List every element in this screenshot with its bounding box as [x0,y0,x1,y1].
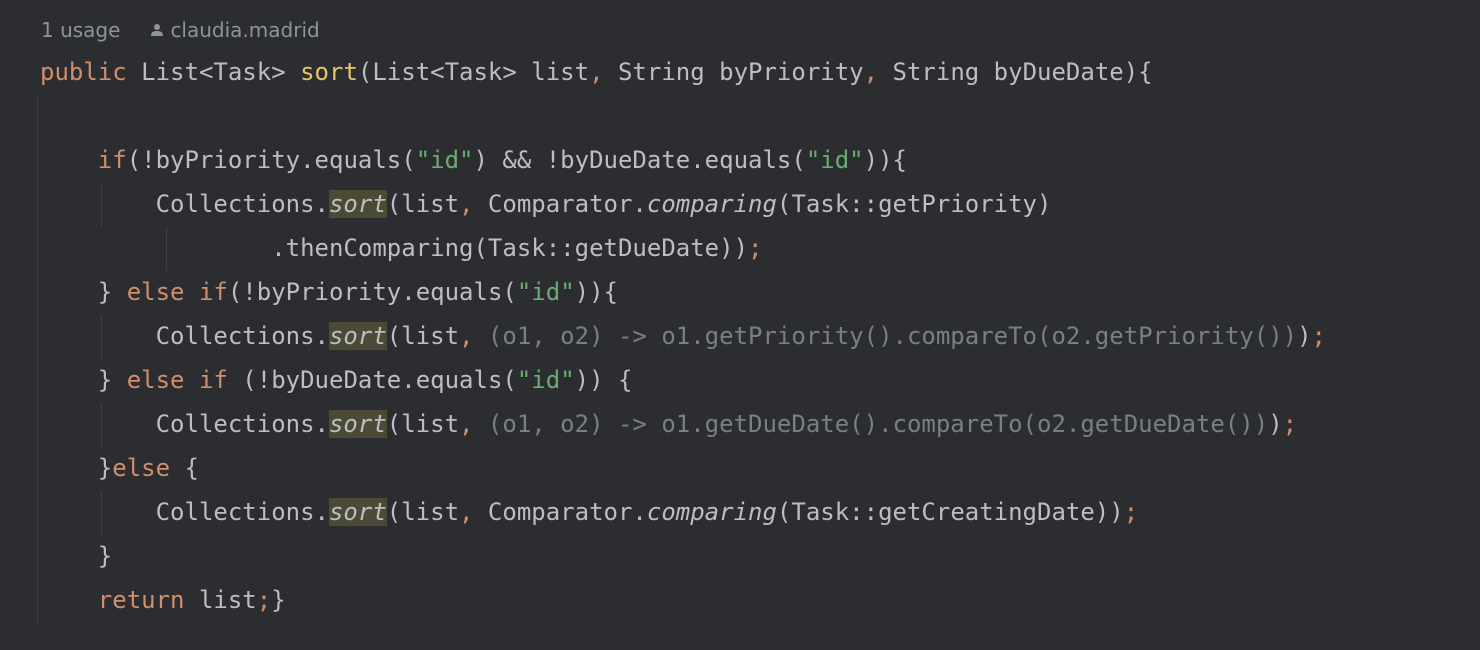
code-token: (!byPriority.equals( [227,278,517,306]
code-token: } [40,454,113,482]
code-token: ; [256,586,272,614]
code-token: "id" [516,278,575,306]
code-line[interactable]: } else if(!byPriority.equals("id")){ [40,270,1480,314]
code-token: (!byDueDate.equals( [227,366,517,394]
code-line[interactable]: }else { [40,446,1480,490]
code-token: (List<Task> list [357,58,590,86]
code-token: Collections. [40,410,329,438]
code-token: , [589,58,604,86]
code-token: ; [1311,322,1326,350]
code-vision-hints: 1 usage claudia.madrid [41,15,320,45]
code-token: .thenComparing(Task::getDueDate)) [40,234,749,262]
code-token: , [459,322,474,350]
code-token: sort [328,498,387,526]
code-token: sort [300,58,358,86]
code-token: , [459,410,474,438]
code-token: Collections. [40,190,329,218]
code-area[interactable]: public List<Task> sort(List<Task> list, … [40,50,1480,622]
person-icon [151,24,164,36]
code-token: Collections. [40,322,329,350]
author-hint[interactable]: claudia.madrid [150,18,320,42]
code-token: "id" [516,366,575,394]
code-token: ; [748,234,763,262]
code-token: Comparator. [473,498,647,526]
code-token: comparing [646,190,777,218]
code-token: { [170,454,199,482]
code-token: } [40,542,113,570]
code-token: (o1, o2) -> o1.getDueDate().compareTo(o2… [473,410,1269,438]
code-token: ; [1123,498,1139,526]
code-token: , [459,190,474,218]
code-token: , [863,58,879,86]
code-token: ) && !byDueDate.equals( [473,146,806,174]
code-token: sort [328,322,387,350]
code-line[interactable]: if(!byPriority.equals("id") && !byDueDat… [40,138,1480,182]
code-token: (list [386,410,460,438]
code-token: sort [328,190,387,218]
code-token: , [459,498,474,526]
code-token: public [40,58,127,86]
code-token: )){ [863,146,907,174]
code-token: "id" [805,146,864,174]
code-line[interactable]: } [40,534,1480,578]
code-line[interactable]: Collections.sort(list, Comparator.compar… [40,490,1480,534]
code-token: (list [386,498,460,526]
code-token: String byDueDate){ [878,58,1153,86]
code-token: else if [126,278,228,306]
code-token: comparing [646,498,777,526]
code-line[interactable] [40,94,1480,138]
author-name: claudia.madrid [170,18,320,42]
code-token: (Task::getPriority) [776,190,1052,218]
code-token: String byPriority [603,58,864,86]
code-token: return [97,586,185,614]
indent-guide [37,95,38,625]
code-token: (list [386,190,460,218]
code-line[interactable]: .thenComparing(Task::getDueDate)); [40,226,1480,270]
code-line[interactable]: public List<Task> sort(List<Task> list, … [40,50,1480,94]
code-token: } [40,366,127,394]
code-token: sort [328,410,387,438]
code-token: ; [1282,410,1298,438]
code-line[interactable]: Collections.sort(list, Comparator.compar… [40,182,1480,226]
code-token: else if [126,366,228,394]
code-token: ) [1268,410,1283,438]
code-token: )) { [574,366,633,394]
code-token: )){ [574,278,618,306]
usages-hint[interactable]: 1 usage [41,18,120,42]
code-line[interactable]: Collections.sort(list, (o1, o2) -> o1.ge… [40,314,1480,358]
code-line[interactable]: } else if (!byDueDate.equals("id")) { [40,358,1480,402]
code-token: List<Task> [126,58,301,86]
code-token: if [97,146,127,174]
code-token: } [271,586,286,614]
code-token: (Task::getCreatingDate)) [776,498,1124,526]
code-line[interactable]: return list;} [40,578,1480,622]
code-token: Comparator. [473,190,647,218]
code-token: "id" [415,146,474,174]
code-token: Collections. [40,498,329,526]
code-editor[interactable]: 1 usage claudia.madrid public List<Task>… [0,0,1480,650]
code-token: list [184,586,257,614]
code-token: (o1, o2) -> o1.getPriority().compareTo(o… [473,322,1298,350]
code-token: (list [386,322,460,350]
code-token: (!byPriority.equals( [126,146,416,174]
code-token: ) [1297,322,1312,350]
code-token: } [40,278,127,306]
code-line[interactable]: Collections.sort(list, (o1, o2) -> o1.ge… [40,402,1480,446]
code-token: else [112,454,171,482]
